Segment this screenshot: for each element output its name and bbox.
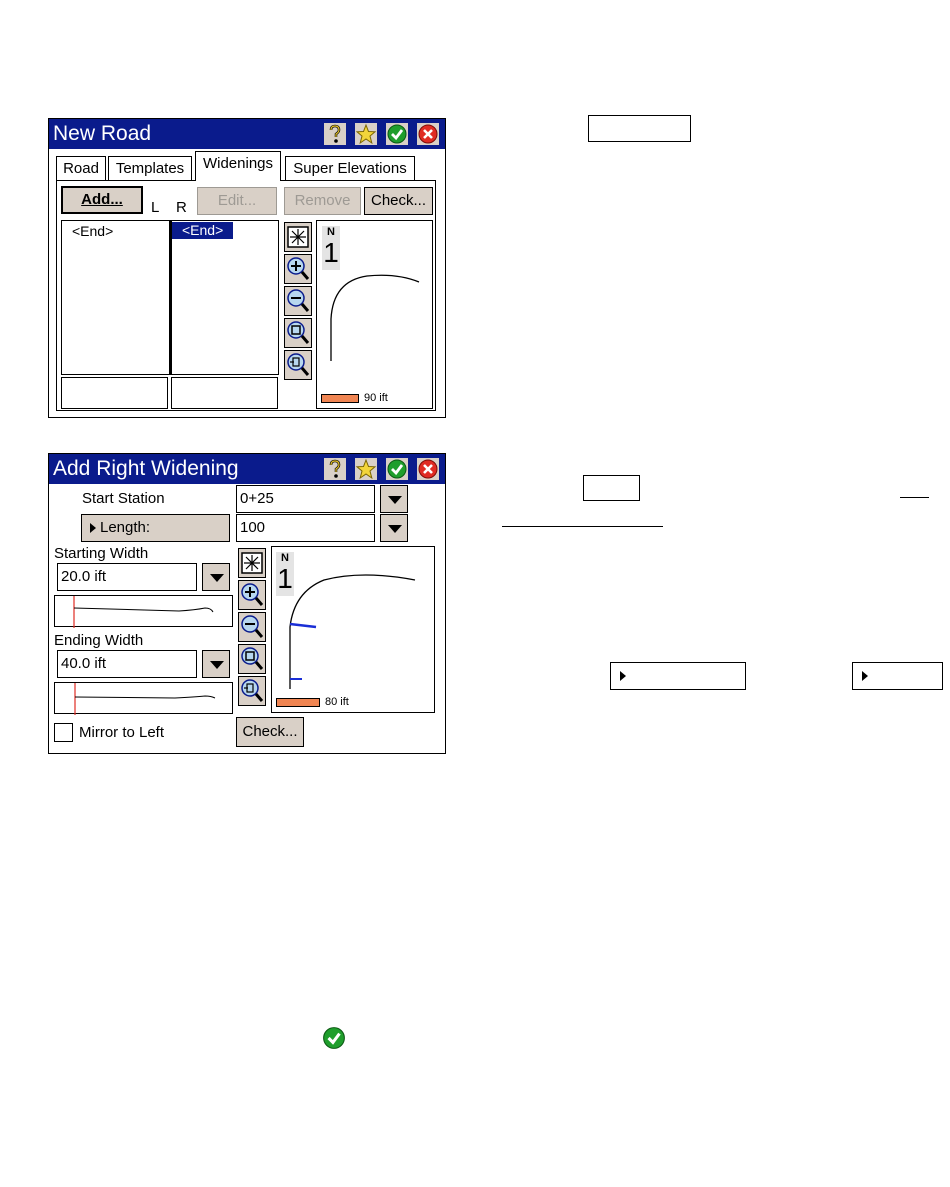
tab-templates[interactable]: Templates [108,156,192,180]
left-widening-list[interactable]: <End> [61,220,170,375]
doc-underline [502,526,663,527]
new-road-titlebar: New Road [49,119,445,149]
left-detail-box [61,377,168,409]
doc-button-outline [852,662,943,690]
zoom-previous-button[interactable] [284,350,312,380]
ending-width-input[interactable]: 40.0 ift [57,650,197,678]
starting-width-dropdown[interactable] [202,563,230,591]
starting-width-profile [54,595,233,628]
road-map-view[interactable]: N 1 90 ift [316,220,433,409]
close-icon[interactable] [417,458,439,480]
zoom-window-icon [287,321,310,344]
starting-width-input[interactable]: 20.0 ift [57,563,197,591]
tab-widenings[interactable]: Widenings [195,151,281,181]
length-input[interactable]: 100 [236,514,375,542]
zoom-out-icon [241,615,264,638]
close-icon[interactable] [417,123,439,145]
zoom-in-button[interactable] [238,580,266,610]
map-scale-label: 90 ift [364,392,388,404]
window-title: Add Right Widening [53,457,239,480]
ending-width-dropdown[interactable] [202,650,230,678]
zoom-in-icon [241,583,264,606]
length-mode-button[interactable]: Length: [81,514,230,542]
mirror-to-left-label: Mirror to Left [79,724,165,741]
expand-arrow-icon [620,671,626,681]
add-widening-window: Add Right Widening Start Station 0+25 Le… [48,453,446,754]
tab-super-elevations[interactable]: Super Elevations [285,156,415,180]
add-button[interactable]: Add... [61,186,143,214]
check-button[interactable]: Check... [236,717,304,747]
mirror-to-left-checkbox[interactable] [54,723,73,742]
doc-underline [900,497,929,498]
zoom-previous-button[interactable] [238,676,266,706]
help-icon[interactable] [324,458,346,480]
ending-width-label: Ending Width [54,632,144,649]
right-detail-box [171,377,278,409]
start-station-label: Start Station [82,490,165,507]
expand-arrow-icon [90,523,96,533]
widening-alignment-drawing [289,574,416,689]
ok-check-icon [323,1027,345,1049]
doc-button-outline [610,662,746,690]
zoom-extents-icon [241,552,263,574]
window-title: New Road [53,122,152,145]
expand-arrow-icon [862,671,868,681]
zoom-window-icon [241,647,264,670]
start-station-dropdown[interactable] [380,485,408,513]
widening-map-view[interactable]: N 1 80 ift [271,546,435,713]
ok-check-icon[interactable] [386,458,408,480]
list-item[interactable]: <End> [72,223,113,239]
zoom-extents-button[interactable] [284,222,312,252]
ok-check-icon[interactable] [386,123,408,145]
zoom-in-button[interactable] [284,254,312,284]
right-label: R [176,199,187,216]
zoom-out-button[interactable] [284,286,312,316]
zoom-out-icon [287,289,310,312]
new-road-window: New Road Road Templates Widenings Super … [48,118,446,418]
favorite-star-icon[interactable] [355,458,377,480]
check-button[interactable]: Check... [364,187,433,215]
doc-button-outline [583,475,640,501]
starting-width-label: Starting Width [54,545,149,562]
favorite-star-icon[interactable] [355,123,377,145]
map-scale-label: 80 ift [325,696,349,708]
widenings-panel: Add... L R Edit... Remove Check... <End>… [56,180,436,411]
ending-width-profile [54,682,233,715]
zoom-previous-icon [241,679,264,702]
zoom-in-icon [287,257,310,280]
remove-button[interactable]: Remove [284,187,361,215]
list-item-selected[interactable]: <End> [172,222,234,239]
road-alignment-drawing [330,274,420,361]
help-icon[interactable] [324,123,346,145]
left-label: L [151,199,160,216]
right-widening-list[interactable]: <End> [170,220,279,375]
doc-button-outline [588,115,691,142]
map-scale-bar [276,698,320,707]
add-widening-titlebar: Add Right Widening [49,454,445,484]
length-dropdown[interactable] [380,514,408,542]
map-scale-bar [321,394,359,403]
zoom-extents-icon [287,226,309,248]
zoom-window-button[interactable] [238,644,266,674]
edit-button[interactable]: Edit... [197,187,277,215]
zoom-window-button[interactable] [284,318,312,348]
tab-road[interactable]: Road [56,156,106,180]
zoom-out-button[interactable] [238,612,266,642]
zoom-previous-icon [287,353,310,376]
start-station-input[interactable]: 0+25 [236,485,375,513]
zoom-extents-button[interactable] [238,548,266,578]
